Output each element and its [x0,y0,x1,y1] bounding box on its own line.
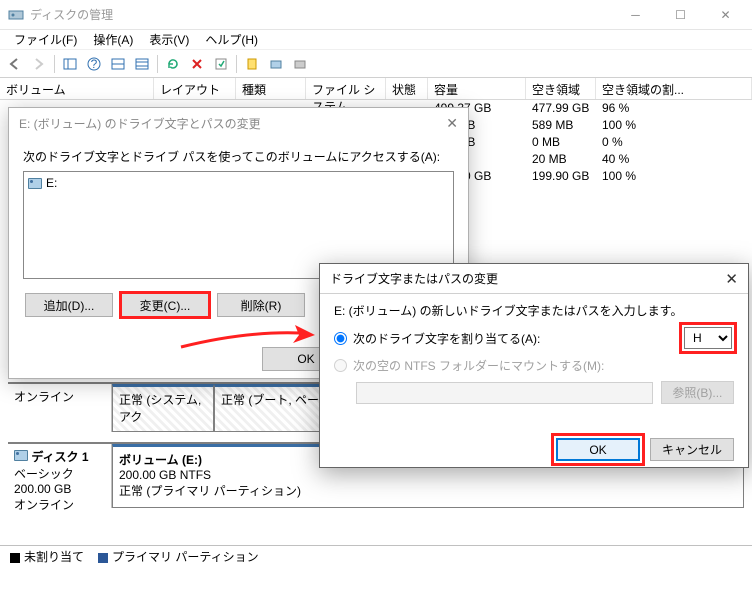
close-icon[interactable]: ✕ [446,115,458,132]
title-bar: ディスクの管理 ─ ☐ ✕ [0,0,752,30]
menu-view[interactable]: 表示(V) [141,29,197,50]
new-icon[interactable] [241,53,263,75]
col-layout[interactable]: レイアウト [154,78,236,99]
assign-letter-label: 次のドライブ文字を割り当てる(A): [353,330,540,347]
app-icon [8,7,24,23]
toolbar: ? [0,50,752,78]
list-item[interactable]: E: [28,176,449,190]
menu-file[interactable]: ファイル(F) [6,29,85,50]
cancel-button[interactable]: キャンセル [650,438,734,461]
menu-bar: ファイル(F) 操作(A) 表示(V) ヘルプ(H) [0,30,752,50]
view-detail-icon[interactable] [131,53,153,75]
assign-letter-radio[interactable] [334,332,347,345]
minimize-button[interactable]: ─ [613,1,658,29]
dialog-title: E: (ボリューム) のドライブ文字とパスの変更 [19,115,261,132]
change-drive-letter-dialog: ドライブ文字またはパスの変更 ✕ E: (ボリューム) の新しいドライブ文字また… [319,263,749,468]
menu-help[interactable]: ヘルプ(H) [197,29,266,50]
col-fs[interactable]: ファイル システム [306,78,386,99]
maximize-button[interactable]: ☐ [658,1,703,29]
col-status[interactable]: 状態 [386,78,428,99]
mount-folder-input [356,382,653,404]
prompt-label: E: (ボリューム) の新しいドライブ文字またはパスを入力します。 [334,302,734,319]
change-button[interactable]: 変更(C)... [121,293,209,317]
partition-system[interactable]: 正常 (システム, アク [112,384,214,432]
properties-icon[interactable] [210,53,232,75]
remove-button[interactable]: 削除(R) [217,293,305,317]
svg-text:?: ? [91,57,98,71]
col-volume[interactable]: ボリューム [0,78,154,99]
drive-icon [28,178,42,189]
detach-icon[interactable] [289,53,311,75]
window-title: ディスクの管理 [30,6,613,23]
mount-folder-label: 次の空の NTFS フォルダーにマウントする(M): [353,357,604,374]
drive-letter-select[interactable]: H [684,327,732,349]
legend: 未割り当て プライマリ パーティション [0,545,752,567]
close-button[interactable]: ✕ [703,1,748,29]
disk-0-label[interactable]: オンライン [8,384,112,432]
col-type[interactable]: 種類 [236,78,306,99]
browse-button: 参照(B)... [661,381,734,404]
add-button[interactable]: 追加(D)... [25,293,113,317]
forward-button[interactable] [28,53,50,75]
view-pane-icon[interactable] [59,53,81,75]
dialog-title: ドライブ文字またはパスの変更 [330,270,498,287]
close-icon[interactable]: ✕ [725,270,738,288]
volume-list-header: ボリューム レイアウト 種類 ファイル システム 状態 容量 空き領域 空き領域… [0,78,752,100]
col-capacity[interactable]: 容量 [428,78,526,99]
menu-action[interactable]: 操作(A) [85,29,141,50]
attach-icon[interactable] [265,53,287,75]
access-label: 次のドライブ文字とドライブ パスを使ってこのボリュームにアクセスする(A): [23,148,454,165]
col-pct[interactable]: 空き領域の割... [596,78,752,99]
refresh-icon[interactable] [162,53,184,75]
help-icon[interactable]: ? [83,53,105,75]
back-button[interactable] [4,53,26,75]
mount-folder-radio[interactable] [334,359,347,372]
disk-1-label[interactable]: ディスク 1 ベーシック 200.00 GB オンライン [8,444,112,508]
ok-button[interactable]: OK [556,438,640,461]
col-free[interactable]: 空き領域 [526,78,596,99]
delete-icon[interactable] [186,53,208,75]
view-list-icon[interactable] [107,53,129,75]
drive-icon [14,450,28,461]
